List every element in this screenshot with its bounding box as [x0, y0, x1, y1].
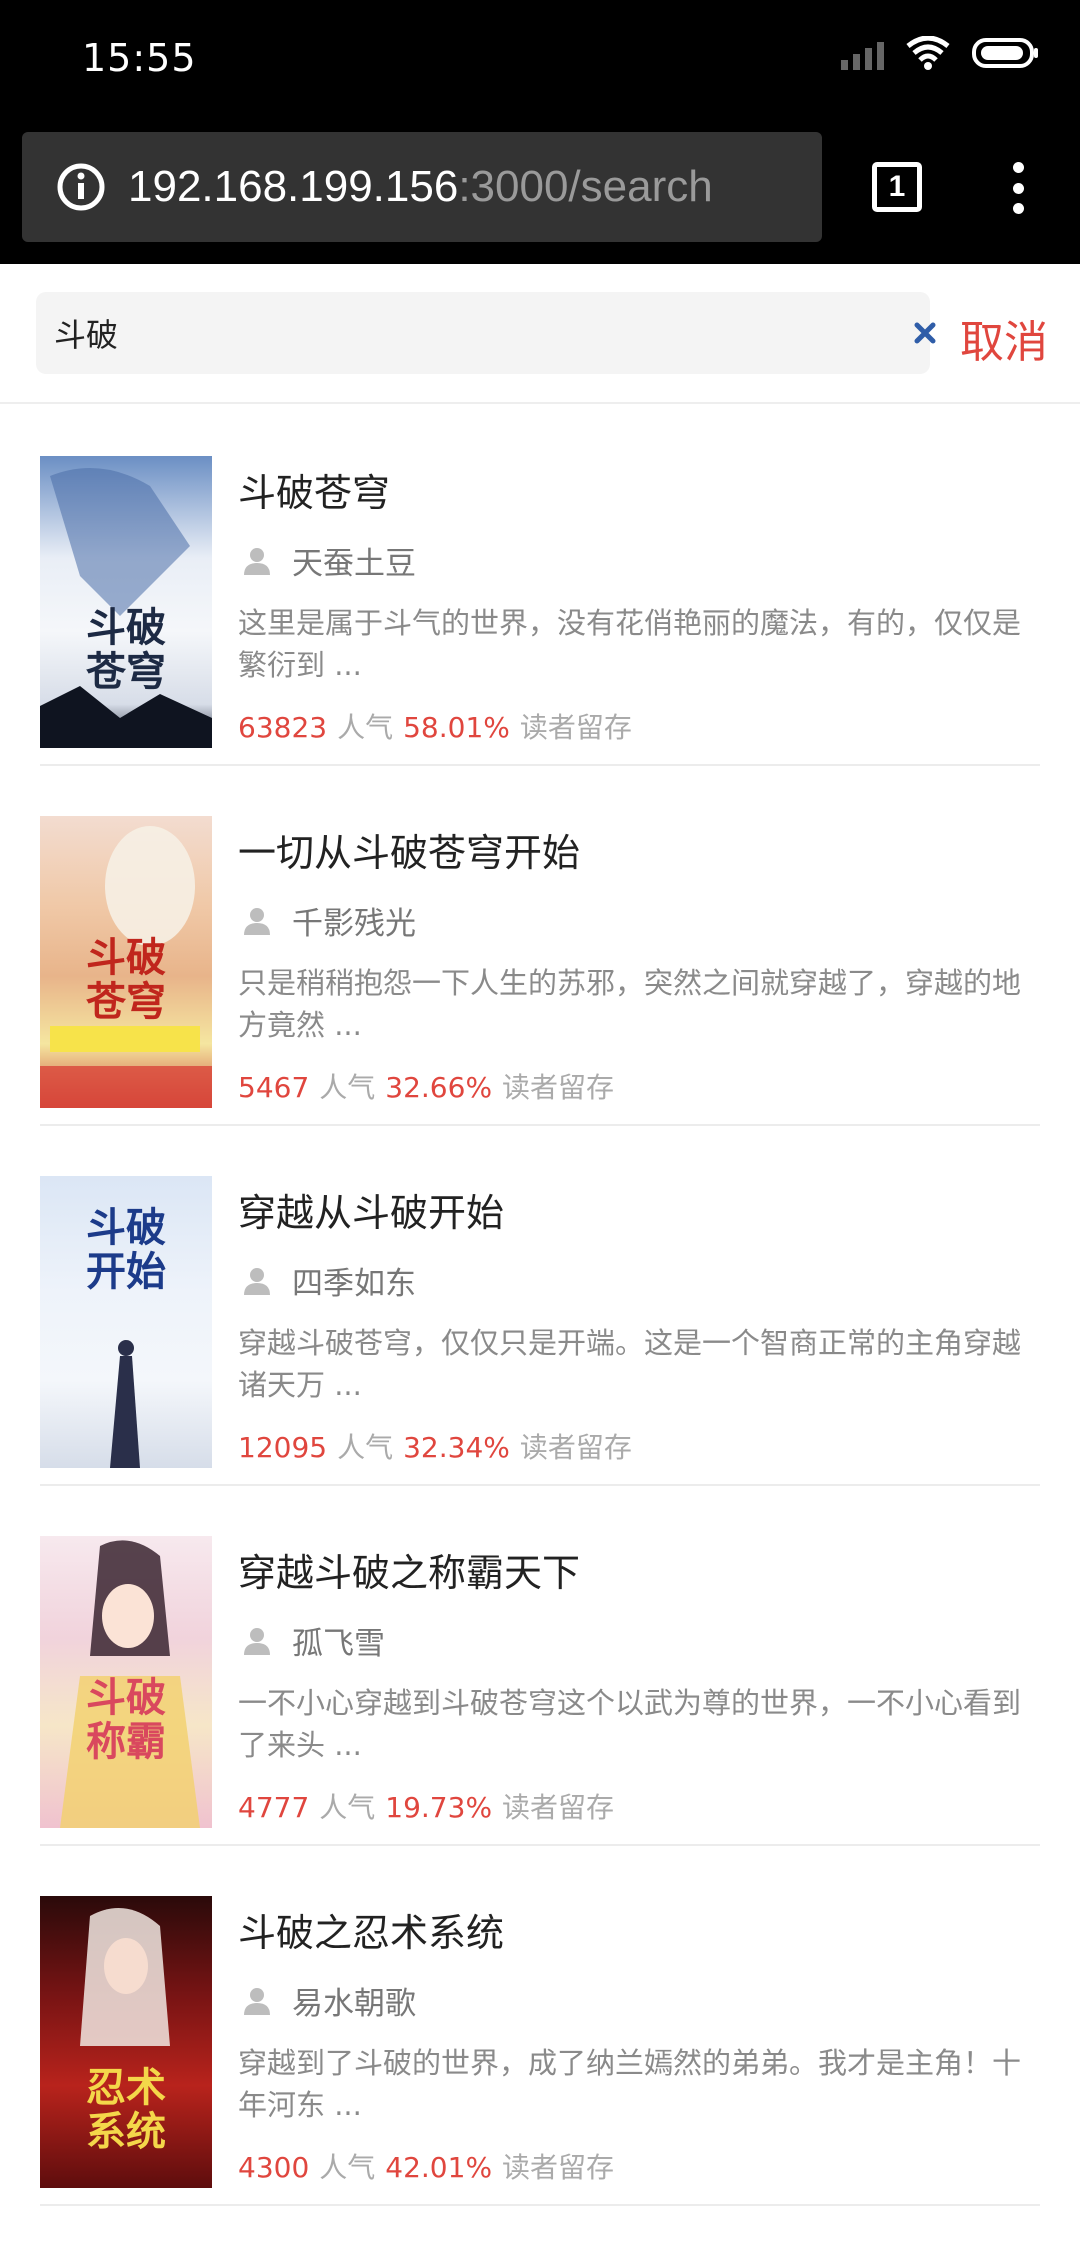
retention-value: 19.73% [385, 1791, 493, 1824]
popularity-label: 人气 [319, 1071, 376, 1104]
book-author: 孤飞雪 [238, 1618, 385, 1663]
book-author: 易水朝歌 [238, 1978, 416, 2023]
book-author: 千影残光 [238, 898, 416, 943]
retention-label: 读者留存 [519, 1431, 632, 1464]
info-icon[interactable] [56, 162, 106, 212]
address-bar[interactable]: 192.168.199.156:3000/search [22, 132, 822, 242]
retention-value: 42.01% [385, 2151, 493, 2184]
url-text[interactable]: 192.168.199.156:3000/search [128, 162, 713, 212]
search-header: 取消 [0, 264, 1080, 404]
user-icon [244, 907, 270, 935]
book-item[interactable]: 斗破 称霸 穿越斗破之称霸天下 孤飞雪 一不小心穿越到斗破苍穹这个以武为尊的世界… [0, 1486, 1080, 1846]
clear-icon[interactable] [908, 316, 942, 350]
tabs-button[interactable]: 1 [872, 162, 922, 212]
retention-label: 读者留存 [519, 711, 632, 744]
popularity-value: 5467 [238, 1071, 310, 1104]
user-icon [244, 547, 270, 575]
retention-value: 32.34% [403, 1431, 510, 1464]
book-description: 这里是属于斗气的世界，没有花俏艳丽的魔法，有的，仅仅是繁衍到 ... [238, 606, 1022, 682]
book-cover[interactable]: 斗破 开始 [40, 1176, 212, 1468]
popularity-value: 4300 [238, 2151, 310, 2184]
book-cover[interactable]: 斗破 苍穹 [40, 816, 212, 1108]
book-item[interactable]: 忍术 系统 斗破之忍术系统 易水朝歌 穿越到了斗破的世界，成了纳兰嫣然的弟弟。我… [0, 1846, 1080, 2206]
user-icon [244, 1987, 270, 2015]
popularity-value: 12095 [238, 1431, 328, 1464]
popularity-label: 人气 [319, 2151, 376, 2184]
popularity-value: 4777 [238, 1791, 310, 1824]
battery-icon [972, 37, 1040, 69]
popularity-label: 人气 [337, 1431, 394, 1464]
book-item[interactable]: 斗破 开始 穿越从斗破开始 四季如东 穿越斗破苍穹，仅仅只是开端。这是一个智商正… [0, 1126, 1080, 1486]
popularity-label: 人气 [337, 711, 394, 744]
popularity-value: 63823 [238, 711, 328, 744]
book-cover[interactable]: 斗破 称霸 [40, 1536, 212, 1828]
browser-toolbar: 192.168.199.156:3000/search 1 [0, 120, 1080, 264]
retention-label: 读者留存 [502, 1791, 615, 1824]
book-description: 只是稍稍抱怨一下人生的苏邪，突然之间就穿越了，穿越的地方竟然 ... [238, 966, 1022, 1042]
book-stats: 4300 人气 42.01% 读者留存 [238, 2146, 624, 2186]
book-item[interactable]: 斗破 苍穹 斗破苍穹 天蚕土豆 这里是属于斗气的世界，没有花俏艳丽的魔法，有的，… [0, 406, 1080, 766]
wifi-icon [906, 36, 950, 70]
author-name: 天蚕土豆 [292, 546, 416, 582]
url-path: :3000/search [458, 162, 713, 211]
book-author: 四季如东 [238, 1258, 416, 1303]
status-time: 15:55 [82, 36, 197, 80]
search-input[interactable] [52, 292, 872, 374]
author-name: 四季如东 [292, 1266, 416, 1302]
url-host: 192.168.199.156 [128, 162, 459, 211]
status-icons [841, 36, 1040, 70]
book-title[interactable]: 斗破之忍术系统 [238, 1902, 504, 1957]
book-stats: 5467 人气 32.66% 读者留存 [238, 1066, 624, 1106]
retention-value: 58.01% [403, 711, 510, 744]
book-description: 一不小心穿越到斗破苍穹这个以武为尊的世界，一不小心看到了来头 ... [238, 1686, 1022, 1762]
signal-icon [841, 36, 884, 70]
book-title[interactable]: 斗破苍穹 [238, 462, 390, 517]
book-stats: 12095 人气 32.34% 读者留存 [238, 1426, 642, 1466]
user-icon [244, 1627, 270, 1655]
status-bar: 15:55 [0, 0, 1080, 120]
book-cover[interactable]: 忍术 系统 [40, 1896, 212, 2188]
author-name: 易水朝歌 [292, 1986, 416, 2022]
retention-label: 读者留存 [502, 1071, 615, 1104]
book-item[interactable]: 斗破 苍穹 一切从斗破苍穹开始 千影残光 只是稍稍抱怨一下人生的苏邪，突然之间就… [0, 766, 1080, 1126]
book-stats: 4777 人气 19.73% 读者留存 [238, 1786, 624, 1826]
cancel-button[interactable]: 取消 [960, 306, 1048, 370]
author-name: 孤飞雪 [292, 1626, 385, 1662]
book-description: 穿越斗破苍穹，仅仅只是开端。这是一个智商正常的主角穿越诸天万 ... [238, 1326, 1022, 1402]
book-title[interactable]: 穿越斗破之称霸天下 [238, 1542, 580, 1597]
book-cover[interactable]: 斗破 苍穹 [40, 456, 212, 748]
book-description: 穿越到了斗破的世界，成了纳兰嫣然的弟弟。我才是主角！十年河东 ... [238, 2046, 1022, 2122]
author-name: 千影残光 [292, 906, 416, 942]
retention-label: 读者留存 [502, 2151, 615, 2184]
book-title[interactable]: 一切从斗破苍穹开始 [238, 822, 580, 877]
more-menu-icon[interactable] [998, 158, 1038, 218]
book-author: 天蚕土豆 [238, 538, 416, 583]
book-title[interactable]: 穿越从斗破开始 [238, 1182, 504, 1237]
search-box [36, 292, 936, 374]
book-stats: 63823 人气 58.01% 读者留存 [238, 706, 642, 746]
user-icon [244, 1267, 270, 1295]
popularity-label: 人气 [319, 1791, 376, 1824]
search-results: 斗破 苍穹 斗破苍穹 天蚕土豆 这里是属于斗气的世界，没有花俏艳丽的魔法，有的，… [0, 406, 1080, 2206]
retention-value: 32.66% [385, 1071, 493, 1104]
